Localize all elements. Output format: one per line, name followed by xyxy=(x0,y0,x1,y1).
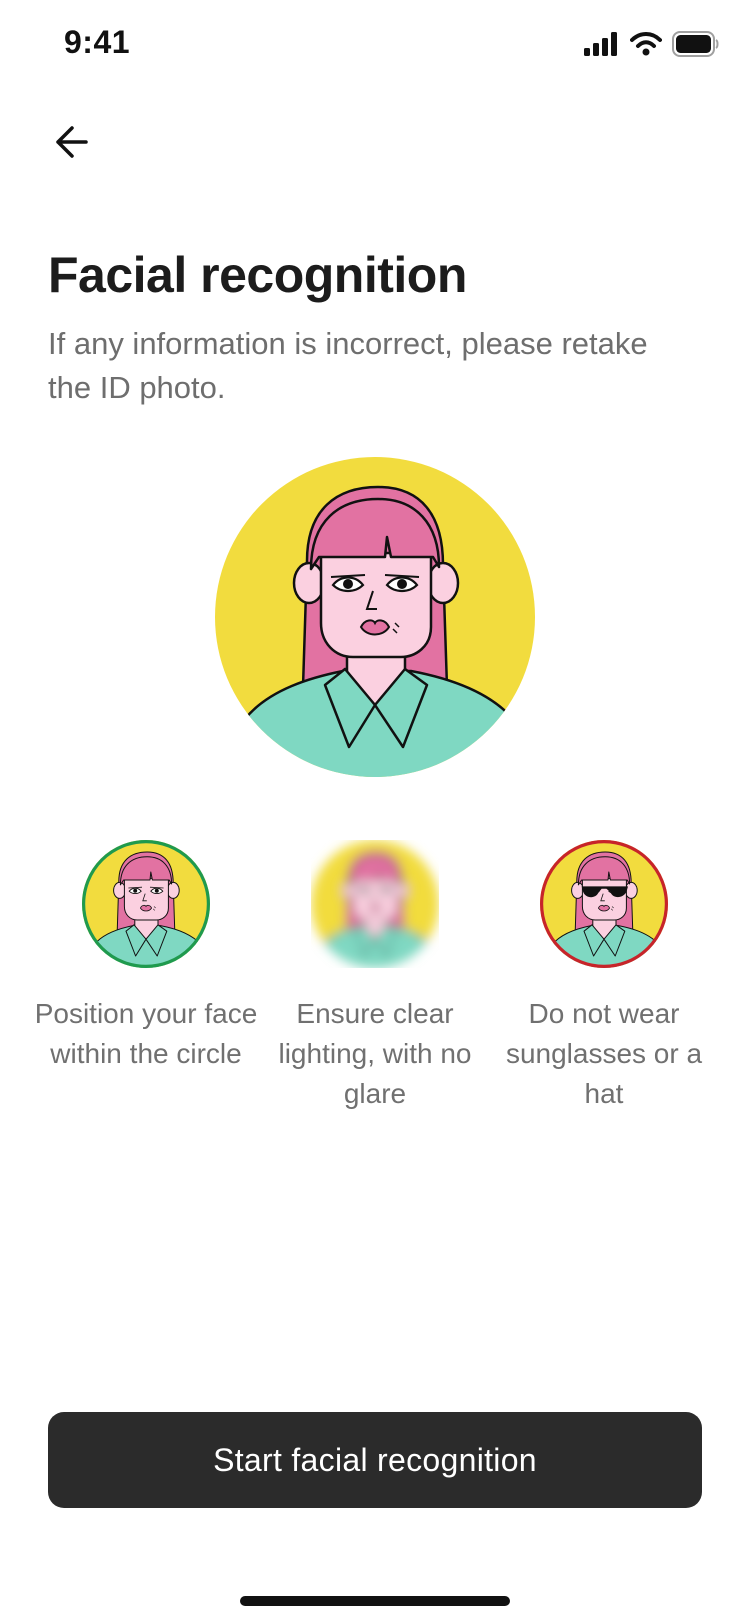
face-illustration xyxy=(215,457,535,777)
guideline-text: Do not wear sunglasses or a hat xyxy=(505,998,703,1109)
page-title: Facial recognition xyxy=(48,247,467,303)
guideline-position-face: Position your face within the circle xyxy=(31,840,261,1074)
status-icons xyxy=(584,30,720,62)
guideline-text: Position your face within the circle xyxy=(34,998,258,1069)
blurred-face-avatar xyxy=(311,840,439,968)
guideline-no-sunglasses: Do not wear sunglasses or a hat xyxy=(489,840,719,1114)
status-time: 9:41 xyxy=(64,24,131,60)
sunglasses-face-avatar xyxy=(540,840,668,968)
wifi-icon xyxy=(630,31,662,61)
guideline-clear-lighting: Ensure clear lighting, with no glare xyxy=(260,840,490,1114)
status-bar: 9:41 xyxy=(0,0,750,92)
start-facial-recognition-button[interactable]: Start facial recognition xyxy=(48,1412,702,1508)
correct-face-avatar xyxy=(82,840,210,968)
arrow-left-icon xyxy=(52,122,92,167)
back-button[interactable] xyxy=(40,112,104,176)
battery-icon xyxy=(672,30,720,62)
page-subtitle: If any information is incorrect, please … xyxy=(48,326,648,405)
home-indicator xyxy=(240,1596,510,1606)
cellular-signal-icon xyxy=(584,31,620,61)
guideline-text: Ensure clear lighting, with no glare xyxy=(278,998,472,1109)
